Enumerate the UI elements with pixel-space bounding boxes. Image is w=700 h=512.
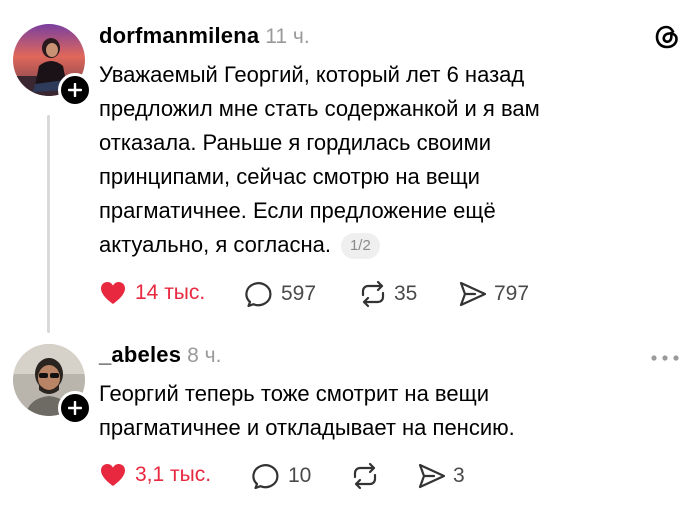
plus-icon: [68, 83, 82, 97]
comment-button[interactable]: 597: [245, 280, 316, 308]
timestamp: 11 ч.: [265, 25, 310, 48]
repost-button[interactable]: 35: [358, 280, 417, 308]
more-icon: [651, 355, 679, 361]
text-line: отказала. Раньше я гордилась своими: [99, 130, 492, 155]
follow-button[interactable]: [58, 73, 92, 107]
repost-icon: [361, 280, 385, 308]
text-line: предложил мне стать содержанкой и я вам: [99, 96, 540, 121]
thread-connector-line: [47, 115, 50, 333]
text-line: Уважаемый Георгий, который лет 6 назад: [99, 62, 525, 87]
repost-count: 35: [394, 282, 418, 305]
share-count: 797: [494, 282, 530, 305]
text-line: Георгий теперь тоже смотрит на вещи: [99, 381, 489, 406]
post-text: Уважаемый Георгий, который лет 6 назад п…: [99, 58, 619, 262]
share-icon: [418, 463, 446, 489]
text-line: принципами, сейчас смотрю на вещи: [99, 164, 480, 189]
follow-button[interactable]: [58, 391, 92, 425]
like-button[interactable]: 3,1 тыс.: [99, 462, 211, 488]
share-count: 3: [453, 464, 465, 487]
username[interactable]: dorfmanmilena: [99, 23, 259, 49]
page-indicator[interactable]: 1/2: [340, 233, 380, 259]
share-button[interactable]: 3: [417, 462, 465, 490]
comment-count: 597: [281, 282, 317, 305]
like-count: 3,1 тыс.: [135, 463, 212, 486]
post-header: dorfmanmilena 11 ч.: [99, 23, 310, 49]
share-button[interactable]: 797: [458, 280, 529, 308]
text-line: актуально, я согласна. 1/2: [99, 228, 619, 262]
comment-icon: [252, 464, 279, 490]
comment-count: 10: [288, 464, 312, 487]
text-line: прагматичнее. Если предложение ещё: [99, 198, 496, 223]
more-options-button[interactable]: [650, 350, 680, 361]
post-header: _abeles 8 ч.: [99, 342, 221, 368]
comment-button[interactable]: 10: [252, 462, 311, 490]
post-text: Георгий теперь тоже смотрит на вещи праг…: [99, 377, 619, 445]
heart-icon: [101, 282, 125, 304]
like-button[interactable]: 14 тыс.: [99, 280, 205, 306]
repost-icon: [353, 462, 377, 490]
share-icon: [459, 281, 487, 307]
username[interactable]: _abeles: [99, 342, 181, 368]
like-count: 14 тыс.: [135, 281, 206, 304]
comment-icon: [245, 282, 272, 308]
timestamp: 8 ч.: [187, 344, 222, 367]
plus-icon: [68, 401, 82, 415]
heart-icon: [101, 464, 125, 486]
text-line: прагматичнее и откладывает на пенсию.: [99, 415, 515, 440]
repost-button[interactable]: [350, 462, 380, 490]
threads-logo-icon[interactable]: [652, 22, 682, 52]
